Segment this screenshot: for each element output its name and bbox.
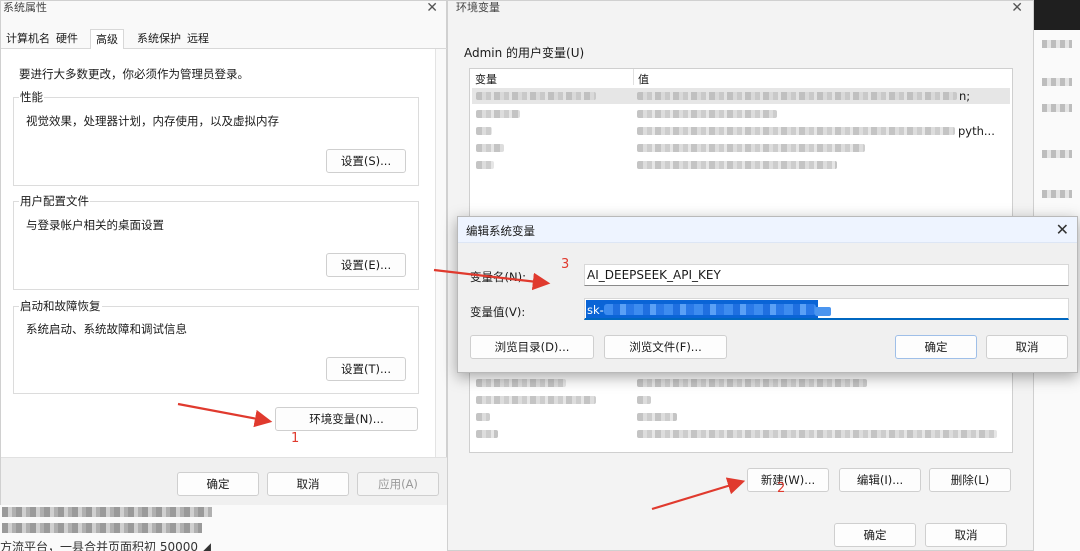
group-description: 与登录帐户相关的桌面设置 xyxy=(26,218,164,232)
step-3-label: 3 xyxy=(561,257,570,272)
variable-value-input[interactable]: sk- xyxy=(584,298,1069,320)
window-title: 系统属性 xyxy=(3,1,47,14)
edit-variable-button[interactable]: 编辑(I)... xyxy=(839,468,921,492)
user-variables-label: Admin 的用户变量(U) xyxy=(464,46,585,60)
close-icon[interactable]: ✕ xyxy=(426,1,438,15)
table-row[interactable] xyxy=(472,157,1010,173)
group-description: 视觉效果，处理器计划，内存使用，以及虚拟内存 xyxy=(26,114,279,128)
admin-note: 要进行大多数更改，你必须作为管理员登录。 xyxy=(19,67,249,81)
system-variables-table[interactable] xyxy=(469,369,1013,453)
ok-button[interactable]: 确定 xyxy=(834,523,916,547)
tab-computer-name[interactable]: 计算机名 xyxy=(3,29,53,49)
user-variables-table[interactable]: 变量 值 n; pyth... xyxy=(469,68,1013,218)
performance-settings-button[interactable]: 设置(S)... xyxy=(326,149,406,173)
column-header-value: 值 xyxy=(638,73,649,86)
close-icon[interactable]: ✕ xyxy=(1011,1,1023,15)
tab-advanced[interactable]: 高级 xyxy=(90,29,124,50)
variable-name-input[interactable]: AI_DEEPSEEK_API_KEY xyxy=(584,264,1069,286)
step-1-label: 1 xyxy=(291,431,300,446)
table-row[interactable] xyxy=(472,375,1010,391)
table-row[interactable] xyxy=(472,426,1010,442)
selected-value: sk- xyxy=(586,300,818,318)
group-label: 用户配置文件 xyxy=(19,193,90,209)
blurred-text xyxy=(1042,190,1072,198)
column-header-variable: 变量 xyxy=(475,73,497,86)
value-tail: n; xyxy=(959,89,971,103)
dialog-titlebar: 编辑系统变量 ✕ xyxy=(458,217,1077,243)
ok-button[interactable]: 确定 xyxy=(895,335,977,359)
dialog-footer: 确定 取消 应用(A) xyxy=(1,457,448,506)
value-prefix: sk- xyxy=(587,303,604,317)
variable-name-label: 变量名(N): xyxy=(470,270,526,284)
dark-region xyxy=(1034,0,1080,30)
close-icon[interactable]: ✕ xyxy=(1056,220,1069,239)
startup-settings-button[interactable]: 设置(T)... xyxy=(326,357,406,381)
group-label: 性能 xyxy=(19,89,44,105)
window-title: 环境变量 xyxy=(456,1,500,14)
group-description: 系统启动、系统故障和调试信息 xyxy=(26,322,187,336)
blurred-text xyxy=(1042,78,1072,86)
browse-file-button[interactable]: 浏览文件(F)... xyxy=(604,335,727,359)
table-row[interactable] xyxy=(472,106,1010,122)
cancel-button[interactable]: 取消 xyxy=(925,523,1007,547)
value-tail: pyth... xyxy=(958,124,995,138)
profile-settings-button[interactable]: 设置(E)... xyxy=(326,253,406,277)
step-2-label: 2 xyxy=(777,481,786,496)
ok-button[interactable]: 确定 xyxy=(177,472,259,496)
blurred-text xyxy=(2,523,202,533)
advanced-tab-page: 要进行大多数更改，你必须作为管理员登录。 性能 视觉效果，处理器计划，内存使用，… xyxy=(1,49,436,457)
performance-group: 性能 视觉效果，处理器计划，内存使用，以及虚拟内存 设置(S)... xyxy=(13,89,419,186)
tab-bar: 计算机名 硬件 高级 系统保护 远程 xyxy=(1,29,448,50)
environment-variables-button[interactable]: 环境变量(N)... xyxy=(275,407,418,431)
cancel-button[interactable]: 取消 xyxy=(986,335,1068,359)
dialog-title: 编辑系统变量 xyxy=(466,224,535,238)
group-label: 启动和故障恢复 xyxy=(19,298,102,314)
system-properties-window: 系统属性 ✕ 计算机名 硬件 高级 系统保护 远程 要进行大多数更改，你必须作为… xyxy=(0,0,448,506)
edit-system-variable-dialog: 编辑系统变量 ✕ 变量名(N): AI_DEEPSEEK_API_KEY 变量值… xyxy=(457,216,1078,373)
table-row[interactable] xyxy=(472,409,1010,425)
tab-system-protection[interactable]: 系统保护 xyxy=(134,29,184,49)
blurred-text xyxy=(1042,104,1072,112)
table-row[interactable]: n; xyxy=(472,88,1010,104)
variable-value-label: 变量值(V): xyxy=(470,305,526,319)
apply-button[interactable]: 应用(A) xyxy=(357,472,439,496)
blurred-text xyxy=(2,507,212,517)
blurred-text xyxy=(1042,150,1072,158)
cancel-button[interactable]: 取消 xyxy=(267,472,349,496)
table-row[interactable]: pyth... xyxy=(472,123,1010,139)
startup-recovery-group: 启动和故障恢复 系统启动、系统故障和调试信息 设置(T)... xyxy=(13,298,419,394)
tab-hardware[interactable]: 硬件 xyxy=(53,29,81,49)
background-text: 方流平台，一县合并页面积初 50000 ◢ xyxy=(0,540,212,551)
table-row[interactable] xyxy=(472,140,1010,156)
delete-variable-button[interactable]: 删除(L) xyxy=(929,468,1011,492)
blurred-text xyxy=(1042,40,1072,48)
tab-remote[interactable]: 远程 xyxy=(184,29,212,49)
new-variable-button[interactable]: 新建(W)... xyxy=(747,468,829,492)
user-profiles-group: 用户配置文件 与登录帐户相关的桌面设置 设置(E)... xyxy=(13,193,419,290)
browse-directory-button[interactable]: 浏览目录(D)... xyxy=(470,335,594,359)
table-row[interactable] xyxy=(472,392,1010,408)
